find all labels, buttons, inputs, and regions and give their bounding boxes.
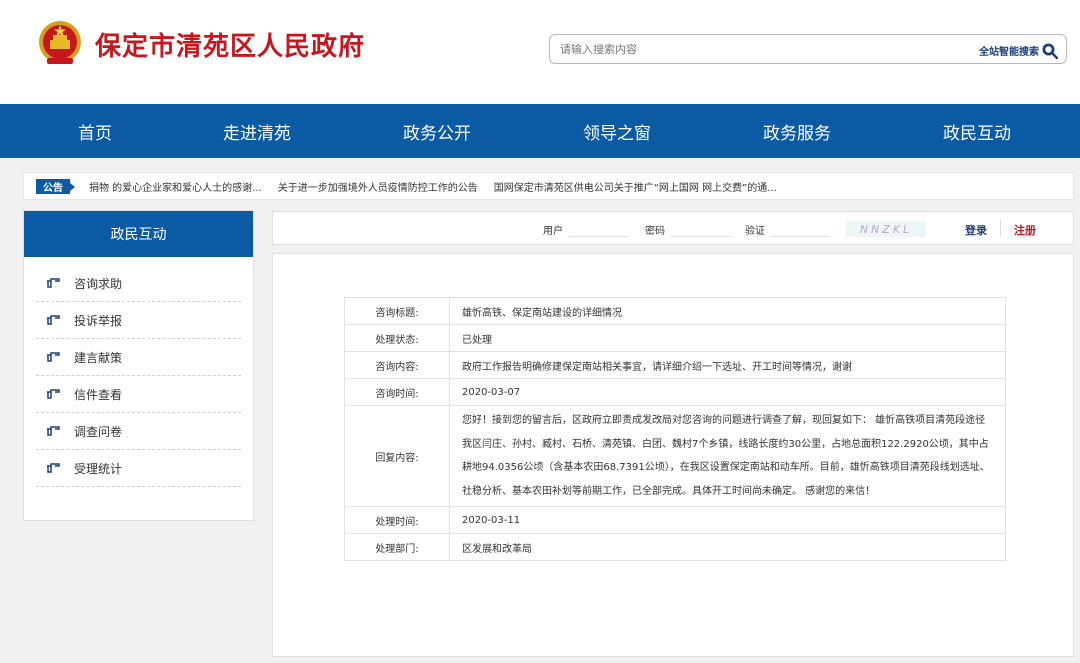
notice-item[interactable]: 国网保定市清苑区供电公司关于推广“网上国网 网上交费”的通... — [494, 179, 777, 194]
sidebar-item-label: 受理统计 — [74, 461, 123, 476]
nav-item-gov-affairs[interactable]: 政务公开 — [347, 104, 527, 158]
notice-bar: 公告 捐物 的爱心企业家和爱心人士的感谢... 关于进一步加强境外人员疫情防控工… — [23, 172, 1074, 200]
main-content: 咨询标题: 雄忻高铁、保定南站建设的详细情况 处理状态: 已处理 咨询内容: 政… — [272, 253, 1074, 657]
row-value: 您好！接到您的留言后，区政府立即责成发改局对您咨询的问题进行调查了解，现回复如下… — [449, 405, 1006, 507]
sidebar-item-label: 投诉举报 — [74, 313, 123, 328]
login-bar: 用户 密码 验证 NNZKL 登录 注册 — [272, 211, 1074, 245]
sidebar-item-complaint[interactable]: 投诉举报 — [36, 302, 241, 339]
password-input[interactable] — [671, 221, 731, 237]
row-key: 处理时间: — [344, 506, 450, 534]
sidebar-item-label: 信件查看 — [74, 387, 123, 402]
site-title[interactable]: 保定市清苑区人民政府 — [95, 26, 365, 63]
sidebar-item-label: 建言献策 — [74, 350, 123, 365]
password-label: 密码 — [645, 226, 665, 237]
verify-label: 验证 — [745, 226, 765, 237]
row-key: 回复内容: — [344, 405, 450, 507]
table-row: 咨询时间: 2020-03-07 — [344, 378, 1006, 406]
row-key: 处理部门: — [344, 533, 450, 561]
row-value: 政府工作报告明确修建保定南站相关事宜，请详细介绍一下选址、开工时间等情况，谢谢 — [449, 351, 1006, 379]
table-row: 咨询内容: 政府工作报告明确修建保定南站相关事宜，请详细介绍一下选址、开工时间等… — [344, 351, 1006, 379]
nav-item-about[interactable]: 走进清苑 — [167, 104, 347, 158]
row-value: 区发展和改革局 — [449, 533, 1006, 561]
nav-item-home[interactable]: 首页 — [5, 104, 185, 158]
notice-item[interactable]: 捐物 的爱心企业家和爱心人士的感谢... — [89, 179, 262, 194]
sidebar-item-label: 咨询求助 — [74, 276, 123, 291]
consultation-detail-table: 咨询标题: 雄忻高铁、保定南站建设的详细情况 处理状态: 已处理 咨询内容: 政… — [344, 297, 1006, 561]
sidebar-item-statistics[interactable]: 受理统计 — [36, 450, 241, 487]
captcha-image[interactable]: NNZKL — [846, 221, 926, 237]
search-input[interactable] — [560, 39, 960, 59]
sidebar: 政民互动 咨询求助 投诉举报 建言献策 信件查看 调查问卷 受理统计 — [23, 210, 254, 521]
pointing-hand-icon — [47, 278, 60, 288]
sidebar-list: 咨询求助 投诉举报 建言献策 信件查看 调查问卷 受理统计 — [36, 265, 241, 487]
row-key: 处理状态: — [344, 324, 450, 352]
verify-input[interactable] — [770, 221, 830, 237]
notice-badge: 公告 — [36, 179, 75, 194]
national-emblem-icon — [39, 21, 81, 64]
table-row: 咨询标题: 雄忻高铁、保定南站建设的详细情况 — [344, 297, 1006, 325]
search-button[interactable]: 全站智能搜索 — [979, 40, 1058, 60]
divider — [1000, 220, 1001, 236]
nav-item-interaction[interactable]: 政民互动 — [887, 104, 1067, 158]
notice-list: 捐物 的爱心企业家和爱心人士的感谢... 关于进一步加强境外人员疫情防控工作的公… — [89, 173, 793, 199]
search-button-label: 全站智能搜索 — [979, 46, 1039, 58]
pointing-hand-icon — [47, 463, 60, 473]
row-value: 雄忻高铁、保定南站建设的详细情况 — [449, 297, 1006, 325]
site-header: 保定市清苑区人民政府 全站智能搜索 — [0, 0, 1080, 104]
register-button[interactable]: 注册 — [1014, 222, 1036, 238]
notice-item[interactable]: 关于进一步加强境外人员疫情防控工作的公告 — [278, 179, 478, 194]
row-value: 2020-03-07 — [449, 378, 1006, 406]
table-row: 处理部门: 区发展和改革局 — [344, 533, 1006, 561]
table-row: 回复内容: 您好！接到您的留言后，区政府立即责成发改局对您咨询的问题进行调查了解… — [344, 405, 1006, 507]
sidebar-item-suggestion[interactable]: 建言献策 — [36, 339, 241, 376]
row-key: 咨询内容: — [344, 351, 450, 379]
username-input[interactable] — [569, 221, 629, 237]
table-row: 处理时间: 2020-03-11 — [344, 506, 1006, 534]
table-row: 处理状态: 已处理 — [344, 324, 1006, 352]
row-key: 咨询时间: — [344, 378, 450, 406]
main-nav: 首页 走进清苑 政务公开 领导之窗 政务服务 政民互动 — [0, 104, 1080, 158]
login-button[interactable]: 登录 — [965, 222, 987, 238]
sidebar-item-consult[interactable]: 咨询求助 — [36, 265, 241, 302]
pointing-hand-icon — [47, 389, 60, 399]
pointing-hand-icon — [47, 315, 60, 325]
pointing-hand-icon — [47, 426, 60, 436]
sidebar-item-survey[interactable]: 调查问卷 — [36, 413, 241, 450]
nav-item-leaders[interactable]: 领导之窗 — [527, 104, 707, 158]
sidebar-item-label: 调查问卷 — [74, 424, 123, 439]
sidebar-item-letters[interactable]: 信件查看 — [36, 376, 241, 413]
row-key: 咨询标题: — [344, 297, 450, 325]
row-value: 2020-03-11 — [449, 506, 1006, 534]
search-icon — [1042, 43, 1058, 59]
username-label: 用户 — [543, 226, 563, 237]
sidebar-title: 政民互动 — [24, 211, 253, 257]
pointing-hand-icon — [47, 352, 60, 362]
search-box: 全站智能搜索 — [549, 34, 1067, 64]
nav-item-services[interactable]: 政务服务 — [707, 104, 887, 158]
row-value: 已处理 — [449, 324, 1006, 352]
